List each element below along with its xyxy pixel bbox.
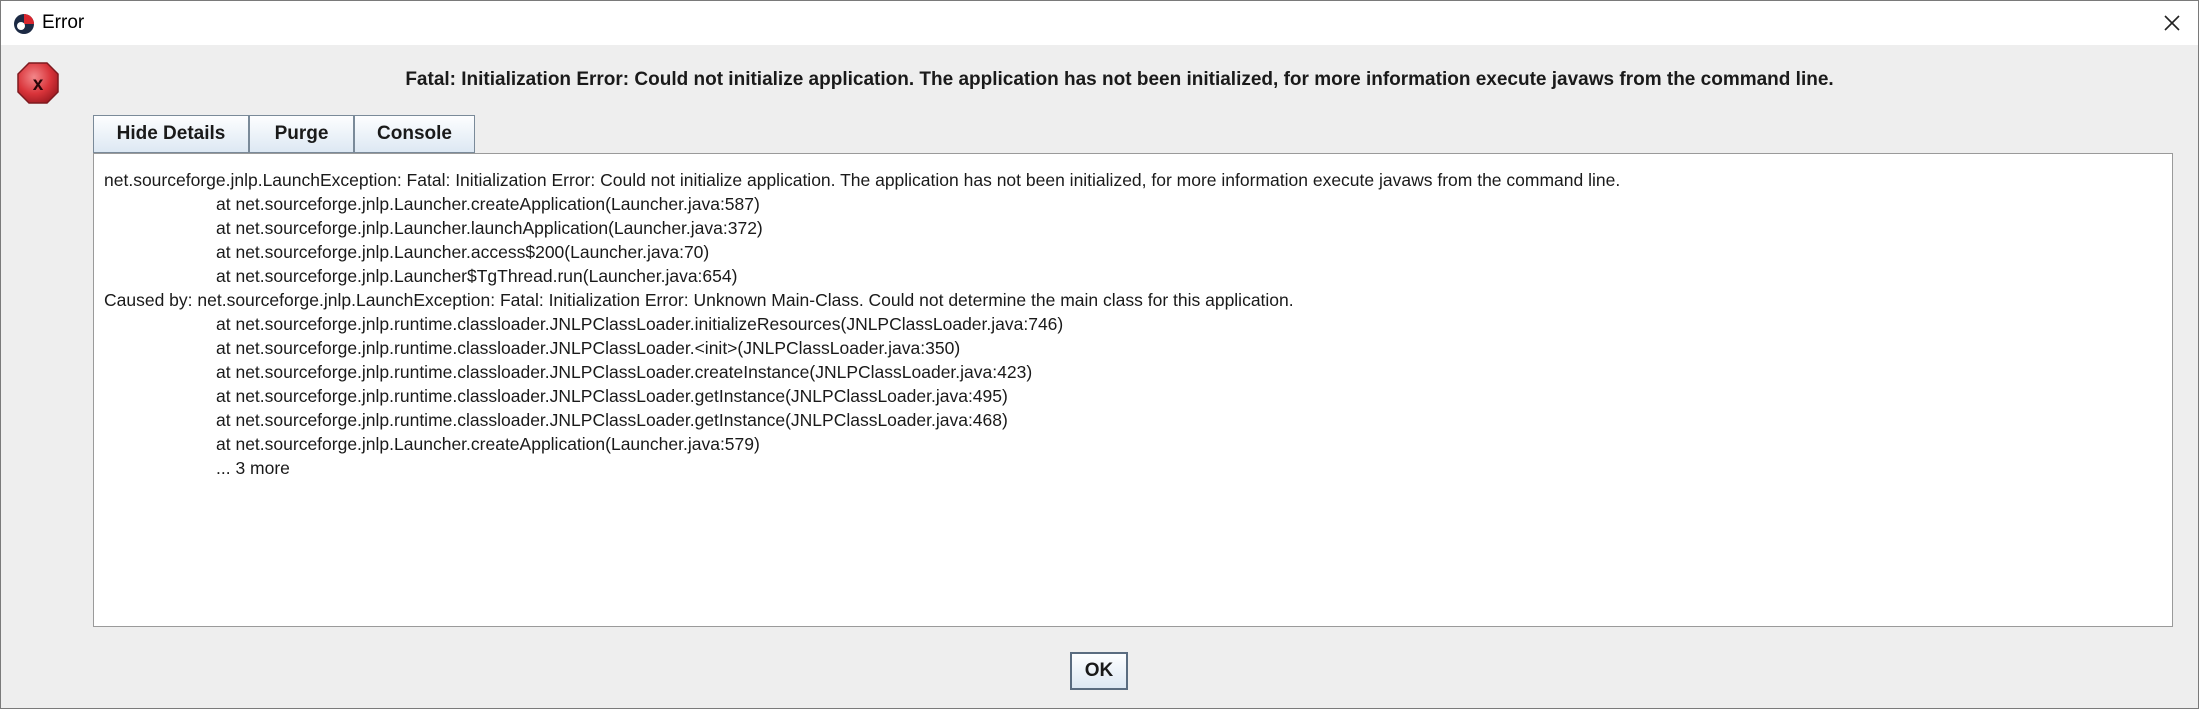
window-title: Error <box>42 12 85 33</box>
trace-line: at net.sourceforge.jnlp.Launcher.access$… <box>216 242 710 262</box>
trace-line: at net.sourceforge.jnlp.runtime.classloa… <box>216 338 961 358</box>
trace-line: at net.sourceforge.jnlp.runtime.classloa… <box>216 362 1033 382</box>
trace-line: at net.sourceforge.jnlp.Launcher.createA… <box>216 434 760 454</box>
trace-line: at net.sourceforge.jnlp.runtime.classloa… <box>216 386 1008 406</box>
trace-line: at net.sourceforge.jnlp.Launcher.launchA… <box>216 218 763 238</box>
trace-line: at net.sourceforge.jnlp.Launcher$TgThrea… <box>216 266 738 286</box>
hide-details-button[interactable]: Hide Details <box>93 115 249 153</box>
stack-trace-panel[interactable]: net.sourceforge.jnlp.LaunchException: Fa… <box>93 153 2173 627</box>
java-app-icon <box>14 14 34 34</box>
trace-line: at net.sourceforge.jnlp.runtime.classloa… <box>216 410 1008 430</box>
error-message: Fatal: Initialization Error: Could not i… <box>405 69 1834 90</box>
ok-button[interactable]: OK <box>1070 652 1128 690</box>
trace-line: at net.sourceforge.jnlp.Launcher.createA… <box>216 194 760 214</box>
error-dialog-window: Error x Fatal: Initialization Error: Cou… <box>0 0 2199 709</box>
purge-button[interactable]: Purge <box>249 115 354 153</box>
trace-line: Caused by: net.sourceforge.jnlp.LaunchEx… <box>104 290 1294 310</box>
console-button[interactable]: Console <box>354 115 475 153</box>
trace-line: at net.sourceforge.jnlp.runtime.classloa… <box>216 314 1064 334</box>
trace-line: ... 3 more <box>216 458 290 478</box>
close-icon[interactable] <box>2158 9 2186 37</box>
trace-line: net.sourceforge.jnlp.LaunchException: Fa… <box>104 170 1621 190</box>
title-bar: Error <box>1 1 2198 45</box>
